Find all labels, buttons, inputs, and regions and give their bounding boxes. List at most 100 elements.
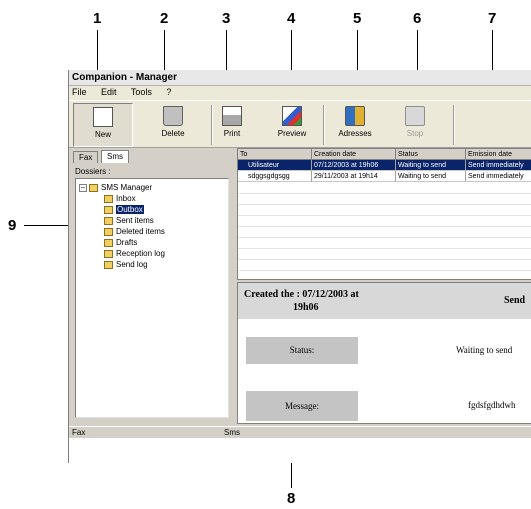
grid-line [238, 237, 531, 238]
callout-3: 3 [222, 10, 231, 27]
tree-node-label: Reception log [116, 249, 165, 258]
folder-icon [104, 260, 113, 269]
dossiers-label: Dossiers : [75, 167, 111, 176]
table-cell-creation-date: 29/11/2003 at 19h14 [312, 171, 396, 182]
created-header: Created the : 07/12/2003 at 19h06 Send [238, 283, 531, 319]
table-cell-to: sdggsgdgsgg [238, 171, 312, 182]
tree-node-send-log[interactable]: Send log [104, 259, 148, 270]
status-bar-fax: Fax [72, 428, 86, 437]
table-cell-status: Waiting to send [396, 171, 466, 182]
new-document-icon [93, 107, 113, 127]
message-label: Message: [246, 391, 358, 421]
toolbar-separator [453, 105, 455, 145]
status-bar: Fax Sms [69, 426, 531, 438]
tree-node-label: Send log [116, 260, 148, 269]
grid-line [238, 259, 531, 260]
trash-icon [163, 106, 183, 126]
address-book-icon [345, 106, 365, 126]
toolbar: New Delete Print Preview Adresses Stop [69, 100, 531, 148]
title-bar: Companion - Manager [69, 70, 531, 86]
window-bottom-area [69, 438, 531, 463]
column-header-status[interactable]: Status [396, 149, 466, 160]
tree-node-label: Deleted items [116, 227, 165, 236]
printer-icon [222, 106, 242, 126]
tree-node-drafts[interactable]: Drafts [104, 237, 137, 248]
message-value: fgdsfgdhdwh [468, 400, 516, 410]
addresses-button[interactable]: Adresses [327, 103, 383, 147]
tree-node-label: Inbox [116, 194, 136, 203]
delete-button-label: Delete [161, 129, 185, 138]
column-header-emission-date[interactable]: Emission date [466, 149, 531, 160]
folder-icon [104, 227, 113, 236]
folders-panel: Fax Sms Dossiers : – SMS Manager Inbox Ou… [69, 148, 233, 423]
companion-manager-window: Companion - Manager File Edit Tools ? Ne… [68, 70, 531, 463]
toolbar-separator [323, 105, 325, 145]
menu-help[interactable]: ? [166, 87, 171, 97]
stop-button-label: Stop [406, 129, 424, 138]
tab-sms[interactable]: Sms [101, 150, 129, 163]
callout-7: 7 [488, 10, 497, 27]
table-cell-emission-date: Send immediately [466, 160, 531, 171]
folder-tree: – SMS Manager Inbox Outbox Sent items Del… [75, 178, 229, 418]
folder-icon [104, 205, 113, 214]
column-header-creation-date[interactable]: Creation date [312, 149, 396, 160]
tree-node-root[interactable]: – SMS Manager [79, 182, 152, 193]
tree-node-label: Drafts [116, 238, 138, 247]
send-label: Send [504, 295, 526, 306]
print-button-label: Print [223, 129, 241, 138]
callout-4: 4 [287, 10, 296, 27]
preview-button[interactable]: Preview [265, 103, 319, 147]
tree-node-outbox[interactable]: Outbox [104, 204, 144, 215]
menu-edit[interactable]: Edit [101, 87, 117, 97]
stop-button[interactable]: Stop [395, 103, 435, 147]
tree-node-label: SMS Manager [101, 183, 153, 192]
new-button[interactable]: New [73, 103, 133, 147]
table-row[interactable]: sdggsgdgsgg 29/11/2003 at 19h14 Waiting … [238, 171, 531, 182]
tree-node-sent-items[interactable]: Sent items [104, 215, 154, 226]
grid-line [238, 193, 531, 194]
grid-line [238, 248, 531, 249]
folder-icon [104, 249, 113, 258]
table-cell-to: Utilisateur [238, 160, 312, 171]
tree-node-reception-log[interactable]: Reception log [104, 248, 165, 259]
delete-button[interactable]: Delete [143, 103, 203, 147]
menu-file[interactable]: File [72, 87, 87, 97]
created-date-line2: 19h06 [293, 302, 319, 313]
grid-line [238, 226, 531, 227]
grid-line [238, 204, 531, 205]
toolbar-separator [211, 105, 213, 145]
grid-line [238, 215, 531, 216]
tree-node-inbox[interactable]: Inbox [104, 193, 136, 204]
preview-button-label: Preview [277, 129, 307, 138]
folder-icon [89, 183, 98, 192]
collapse-icon[interactable]: – [79, 183, 87, 192]
tree-node-label: Outbox [116, 205, 144, 214]
folder-icon [104, 216, 113, 225]
column-header-to[interactable]: To [238, 149, 312, 160]
message-list-header: To Creation date Status Emission date [238, 149, 531, 160]
message-detail: Created the : 07/12/2003 at 19h06 Send S… [237, 282, 531, 424]
table-cell-status: Waiting to send [396, 160, 466, 171]
tree-node-deleted-items[interactable]: Deleted items [104, 226, 165, 237]
status-label: Status: [246, 337, 358, 364]
callout-9: 9 [8, 217, 17, 234]
menu-tools[interactable]: Tools [131, 87, 152, 97]
status-bar-sms: Sms [224, 428, 240, 437]
new-button-label: New [94, 130, 111, 139]
callout-5: 5 [353, 10, 362, 27]
created-date-line1: Created the : 07/12/2003 at [244, 289, 359, 300]
status-value: Waiting to send [456, 345, 513, 355]
grid-line [238, 270, 531, 271]
stop-icon [405, 106, 425, 126]
tree-node-label: Sent items [116, 216, 154, 225]
tab-fax[interactable]: Fax [73, 151, 99, 163]
addresses-button-label: Adresses [338, 129, 372, 138]
table-row[interactable]: Utilisateur 07/12/2003 at 19h06 Waiting … [238, 160, 531, 171]
message-list: To Creation date Status Emission date Ut… [237, 148, 531, 280]
folder-icon [104, 194, 113, 203]
print-button[interactable]: Print [217, 103, 247, 147]
table-cell-creation-date: 07/12/2003 at 19h06 [312, 160, 396, 171]
preview-icon [282, 106, 302, 126]
callout-2: 2 [160, 10, 169, 27]
callout-8: 8 [287, 490, 296, 507]
